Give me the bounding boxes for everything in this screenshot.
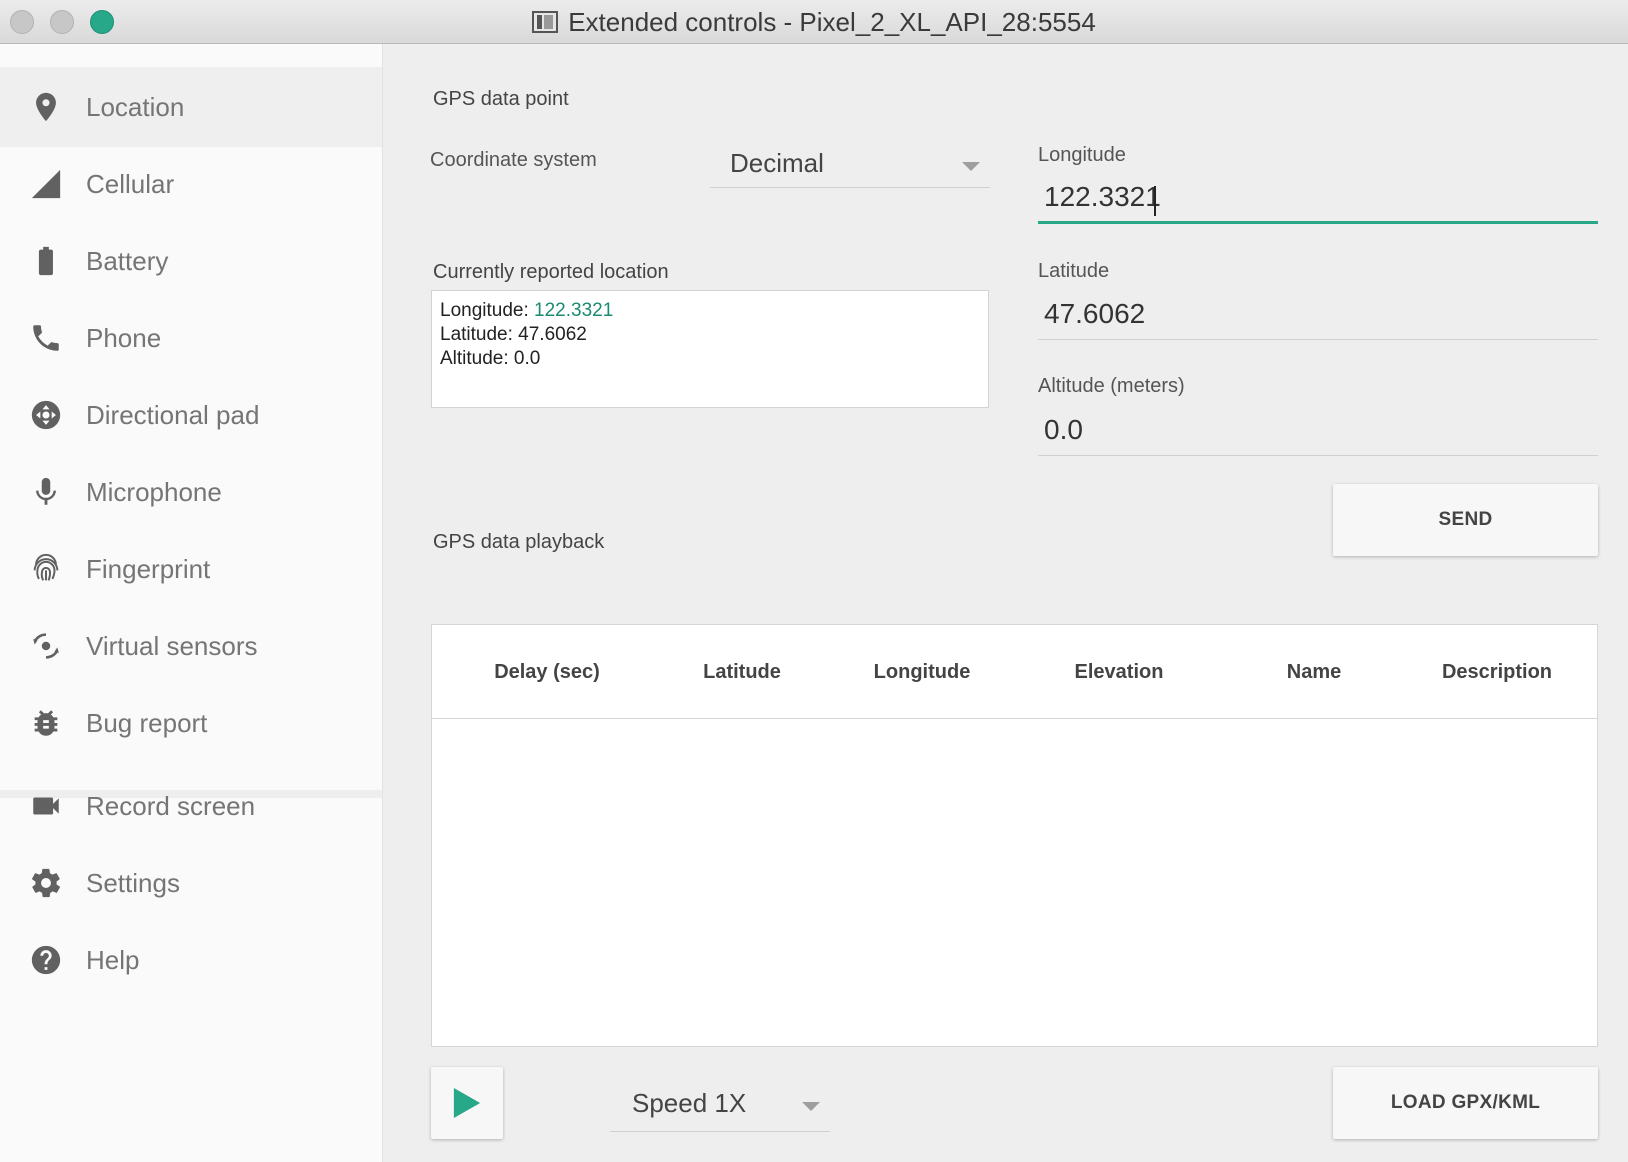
sidebar-item-virtual-sensors[interactable]: Virtual sensors (0, 606, 382, 686)
sidebar-item-label: Microphone (86, 476, 222, 507)
gps-playback-table[interactable]: Delay (sec) Latitude Longitude Elevation… (431, 624, 1598, 1047)
column-header-longitude[interactable]: Longitude (857, 625, 987, 719)
sidebar-item-microphone[interactable]: Microphone (0, 452, 382, 532)
chevron-down-icon (802, 1102, 820, 1111)
sidebar-item-help[interactable]: Help (0, 920, 382, 1000)
longitude-input[interactable] (1038, 172, 1598, 224)
sidebar-item-label: Cellular (86, 168, 175, 199)
sidebar-item-label: Bug report (86, 707, 208, 738)
gps-data-playback-heading: GPS data playback (433, 531, 605, 553)
dpad-icon (26, 395, 66, 435)
chevron-down-icon (962, 162, 980, 171)
cellular-signal-icon (26, 164, 66, 204)
reported-location-box: Longitude: 122.3321 Latitude: 47.6062 Al… (431, 290, 989, 408)
sidebar-item-label: Settings (86, 867, 180, 898)
sidebar-item-label: Location (86, 91, 185, 122)
reported-longitude-label: Longitude: (440, 300, 535, 321)
playback-speed-dropdown[interactable]: Speed 1X (610, 1074, 830, 1132)
column-header-latitude[interactable]: Latitude (682, 625, 802, 719)
sidebar-item-fingerprint[interactable]: Fingerprint (0, 529, 382, 609)
sidebar-item-bug-report[interactable]: Bug report (0, 683, 382, 763)
sidebar-item-label: Virtual sensors (86, 630, 258, 661)
sidebar-item-cellular[interactable]: Cellular (0, 144, 382, 224)
sidebar-item-label: Directional pad (86, 399, 260, 430)
sidebar-item-label: Help (86, 944, 140, 975)
play-button[interactable] (431, 1067, 503, 1139)
load-gpx-kml-button[interactable]: LOAD GPX/KML (1333, 1067, 1598, 1139)
reported-location-heading: Currently reported location (433, 261, 669, 283)
column-header-name[interactable]: Name (1264, 625, 1364, 719)
sidebar-item-label: Record screen (86, 790, 256, 821)
column-header-elevation[interactable]: Elevation (1054, 625, 1184, 719)
coordinate-system-value: Decimal (730, 148, 824, 178)
text-cursor (1154, 186, 1156, 216)
altitude-input[interactable] (1038, 404, 1598, 456)
sidebar: Location Cellular Battery Phone Directio… (0, 44, 383, 1162)
sidebar-item-phone[interactable]: Phone (0, 298, 382, 378)
reported-longitude-value: 122.3321 (534, 300, 614, 321)
reported-altitude-line: Altitude: 0.0 (440, 348, 541, 369)
sidebar-item-location[interactable]: Location (0, 67, 382, 147)
title-bar: Extended controls - Pixel_2_XL_API_28:55… (0, 0, 1628, 44)
coordinate-system-dropdown[interactable]: Decimal (710, 140, 990, 188)
play-icon (453, 1088, 481, 1118)
gps-data-point-heading: GPS data point (433, 88, 569, 110)
sidebar-item-record-screen[interactable]: Record screen (0, 766, 382, 846)
longitude-label: Longitude (1038, 144, 1126, 166)
sidebar-item-label: Battery (86, 245, 169, 276)
table-header: Delay (sec) Latitude Longitude Elevation… (432, 625, 1597, 719)
bug-icon (26, 703, 66, 743)
sidebar-item-label: Phone (86, 322, 162, 353)
latitude-label: Latitude (1038, 260, 1110, 282)
video-camera-icon (26, 786, 66, 826)
window-title: Extended controls - Pixel_2_XL_API_28:55… (568, 6, 1096, 37)
sidebar-item-label: Fingerprint (86, 553, 211, 584)
sidebar-item-settings[interactable]: Settings (0, 843, 382, 923)
location-panel: GPS data point Coordinate system Decimal… (383, 44, 1628, 1162)
microphone-icon (26, 472, 66, 512)
coordinate-system-label: Coordinate system (430, 149, 597, 171)
help-icon (26, 940, 66, 980)
sidebar-item-directional-pad[interactable]: Directional pad (0, 375, 382, 455)
sidebar-item-battery[interactable]: Battery (0, 221, 382, 301)
column-header-description[interactable]: Description (1417, 625, 1577, 719)
altitude-label: Altitude (meters) (1038, 375, 1185, 397)
reported-latitude-line: Latitude: 47.6062 (440, 324, 587, 345)
latitude-input[interactable] (1038, 288, 1598, 340)
location-pin-icon (26, 87, 66, 127)
battery-icon (26, 241, 66, 281)
emulator-window-icon (532, 11, 559, 33)
send-button[interactable]: SEND (1333, 484, 1598, 556)
fingerprint-icon (26, 549, 66, 589)
column-header-delay[interactable]: Delay (sec) (472, 625, 622, 719)
phone-icon (26, 318, 66, 358)
playback-speed-value: Speed 1X (632, 1088, 747, 1118)
window-title-area: Extended controls - Pixel_2_XL_API_28:55… (0, 0, 1628, 44)
reported-longitude-line: Longitude: 122.3321 (440, 299, 980, 323)
virtual-sensors-icon (26, 626, 66, 666)
gear-icon (26, 863, 66, 903)
